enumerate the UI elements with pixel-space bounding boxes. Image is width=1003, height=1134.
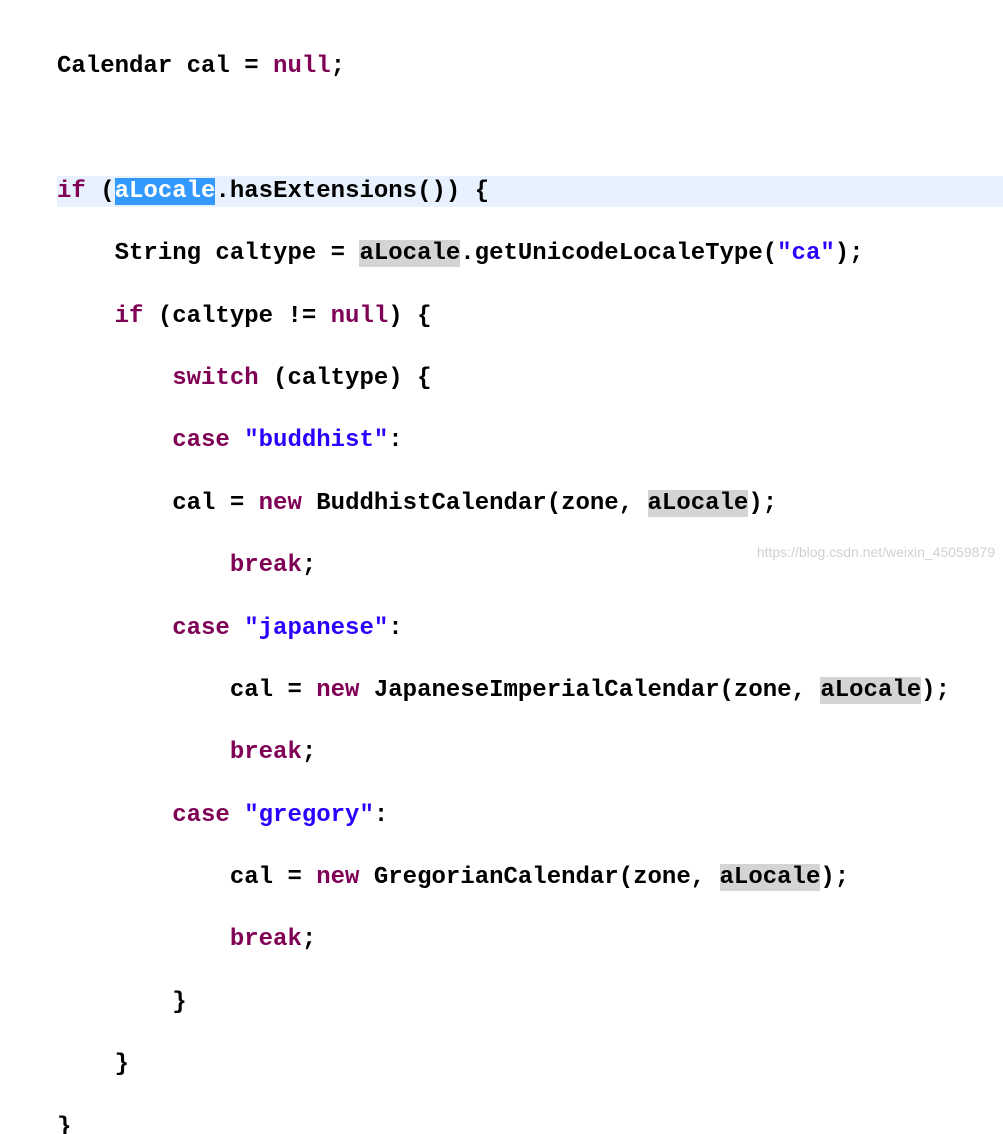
code-text: : — [388, 615, 402, 642]
code-text — [57, 365, 172, 392]
keyword-break: break — [230, 739, 302, 766]
code-text — [57, 802, 172, 829]
code-text: ); — [835, 240, 864, 267]
code-line: cal = new JapaneseImperialCalendar(zone,… — [57, 675, 1003, 706]
code-line: } — [57, 1049, 1003, 1080]
highlight-occurrence: aLocale — [720, 864, 821, 891]
code-line: break; — [57, 737, 1003, 768]
code-text: cal = — [57, 864, 316, 891]
code-text: } — [57, 1051, 129, 1078]
code-text: Calendar cal = — [57, 53, 273, 80]
code-text: ( — [86, 178, 115, 205]
code-line: if (caltype != null) { — [57, 301, 1003, 332]
code-line: case "japanese": — [57, 613, 1003, 644]
code-text: : — [388, 427, 402, 454]
code-line: case "gregory": — [57, 800, 1003, 831]
code-line: } — [57, 1112, 1003, 1134]
code-text: .hasExtensions()) { — [215, 178, 489, 205]
keyword-new: new — [259, 490, 302, 517]
code-text — [57, 427, 172, 454]
watermark: https://blog.csdn.net/weixin_45059879 — [757, 543, 995, 561]
code-text — [57, 552, 230, 579]
code-text: ; — [331, 53, 345, 80]
code-line: String caltype = aLocale.getUnicodeLocal… — [57, 238, 1003, 269]
code-text: ); — [748, 490, 777, 517]
code-text: ); — [921, 677, 950, 704]
code-line: break; — [57, 924, 1003, 955]
keyword-new: new — [316, 864, 359, 891]
code-line: case "buddhist": — [57, 425, 1003, 456]
code-text: String caltype = — [57, 240, 359, 267]
code-line-current: if (aLocale.hasExtensions()) { — [57, 176, 1003, 207]
code-text: (caltype != — [143, 303, 330, 330]
code-text: } — [57, 989, 187, 1016]
code-text: ; — [302, 739, 316, 766]
keyword-switch: switch — [172, 365, 258, 392]
string-literal: "japanese" — [244, 615, 388, 642]
code-text: ; — [302, 552, 316, 579]
keyword-null: null — [331, 303, 389, 330]
code-text: ) { — [388, 303, 431, 330]
code-line: Calendar cal = null; — [57, 51, 1003, 82]
code-text — [230, 427, 244, 454]
keyword-null: null — [273, 53, 331, 80]
highlight-occurrence: aLocale — [648, 490, 749, 517]
keyword-break: break — [230, 552, 302, 579]
code-text: (caltype) { — [259, 365, 432, 392]
highlight-occurrence: aLocale — [820, 677, 921, 704]
code-text — [57, 739, 230, 766]
selection: aLocale — [115, 178, 216, 205]
keyword-break: break — [230, 926, 302, 953]
code-text: JapaneseImperialCalendar(zone, — [359, 677, 820, 704]
code-text: BuddhistCalendar(zone, — [302, 490, 648, 517]
code-text — [230, 615, 244, 642]
code-editor[interactable]: Calendar cal = null; if (aLocale.hasExte… — [0, 0, 1003, 1134]
code-text — [57, 615, 172, 642]
code-text: ); — [820, 864, 849, 891]
keyword-if: if — [57, 178, 86, 205]
code-line: cal = new GregorianCalendar(zone, aLocal… — [57, 862, 1003, 893]
string-literal: "ca" — [777, 240, 835, 267]
code-text: GregorianCalendar(zone, — [359, 864, 719, 891]
highlight-occurrence: aLocale — [359, 240, 460, 267]
code-text: ; — [302, 926, 316, 953]
keyword-new: new — [316, 677, 359, 704]
code-line: switch (caltype) { — [57, 363, 1003, 394]
string-literal: "buddhist" — [244, 427, 388, 454]
code-text — [57, 303, 115, 330]
code-text — [57, 926, 230, 953]
code-text: .getUnicodeLocaleType( — [460, 240, 777, 267]
code-line: } — [57, 987, 1003, 1018]
string-literal: "gregory" — [244, 802, 374, 829]
keyword-case: case — [172, 427, 230, 454]
keyword-case: case — [172, 802, 230, 829]
code-text: cal = — [57, 490, 259, 517]
code-text: cal = — [57, 677, 316, 704]
keyword-if: if — [115, 303, 144, 330]
code-text — [230, 802, 244, 829]
code-line: cal = new BuddhistCalendar(zone, aLocale… — [57, 488, 1003, 519]
keyword-case: case — [172, 615, 230, 642]
code-text: } — [57, 1114, 71, 1134]
code-line — [57, 114, 1003, 145]
code-text: : — [374, 802, 388, 829]
